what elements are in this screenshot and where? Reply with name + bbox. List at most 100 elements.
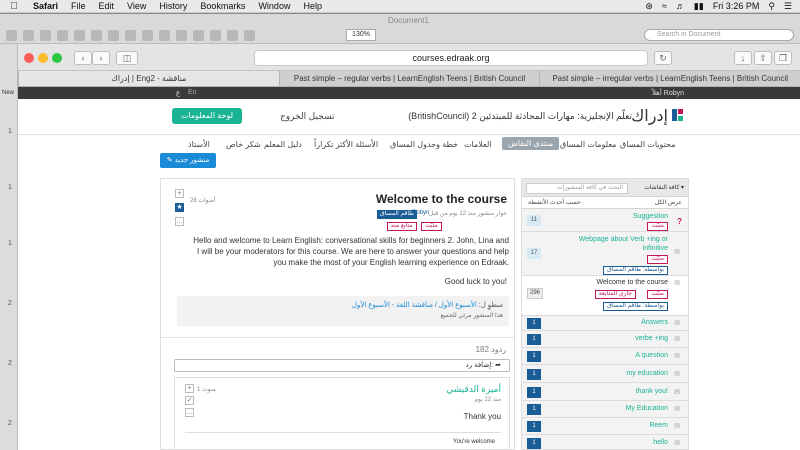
nav-course-schedule[interactable]: خطة وجدول المساق bbox=[390, 140, 458, 149]
more-options-button[interactable]: … bbox=[175, 217, 184, 226]
topic-filter-dropdown[interactable]: كافة النقاشات ▾ bbox=[644, 184, 684, 191]
dashboard-button[interactable]: لوحة المعلومات bbox=[172, 108, 242, 124]
thread-item[interactable]: 1 My Education ✉ bbox=[522, 401, 688, 418]
sort-select[interactable]: حسب أحدث الأنشطة bbox=[528, 199, 581, 206]
volume-icon[interactable]: ♬ bbox=[676, 1, 685, 11]
doc-tool-icon[interactable] bbox=[74, 30, 85, 41]
thread-item[interactable]: 1 Answers ✉ bbox=[522, 316, 688, 331]
new-post-button[interactable]: ✎ منشور جديد bbox=[160, 153, 216, 168]
response-upvote-button[interactable]: + bbox=[185, 384, 194, 393]
doc-tool-icon[interactable] bbox=[210, 30, 221, 41]
divider bbox=[161, 337, 514, 338]
menu-bookmarks[interactable]: Bookmarks bbox=[200, 1, 245, 11]
doc-tool-icon[interactable] bbox=[193, 30, 204, 41]
lang-english[interactable]: En bbox=[188, 89, 197, 96]
doc-tool-icon[interactable] bbox=[57, 30, 68, 41]
apple-icon[interactable]:  bbox=[8, 1, 20, 12]
thread-count: 1 bbox=[527, 369, 541, 380]
post-author[interactable]: Robyn bbox=[412, 210, 429, 216]
doc-tool-icon[interactable] bbox=[176, 30, 187, 41]
staff-badge: بواسطة: طاقم المساق bbox=[603, 302, 668, 311]
forward-icon[interactable]: › bbox=[92, 51, 110, 65]
zoom-window-button[interactable] bbox=[52, 53, 62, 63]
new-post-label: منشور جديد bbox=[174, 157, 210, 164]
lang-arabic[interactable]: ع bbox=[176, 89, 180, 97]
doc-tool-icon[interactable] bbox=[40, 30, 51, 41]
response-author[interactable]: أميرة الدقيشي bbox=[446, 384, 501, 395]
tab-edraak[interactable]: إدراك | Eng2 - مناقشة bbox=[18, 71, 279, 86]
back-icon[interactable]: ‹ bbox=[74, 51, 92, 65]
reload-icon[interactable]: ↻ bbox=[654, 51, 672, 65]
battery-icon[interactable]: ▮▮ bbox=[694, 1, 704, 12]
nav-special-thanks[interactable]: شكر خاص bbox=[226, 140, 261, 149]
thread-item[interactable]: 1 Reem ✉ bbox=[522, 418, 688, 435]
doc-tool-icon[interactable] bbox=[159, 30, 170, 41]
thread-item[interactable]: 17 Webpage about Verb +ing or infinitive… bbox=[522, 232, 688, 276]
search-icon[interactable]: ⚲ bbox=[768, 1, 775, 12]
nav-course-info[interactable]: معلومات المساق bbox=[560, 140, 616, 149]
context-link[interactable]: الأسبوع الأول / مناقشة اللغة - الأسبوع ا… bbox=[352, 302, 477, 309]
thread-count: 296 bbox=[527, 288, 544, 299]
menu-edit[interactable]: Edit bbox=[99, 1, 115, 11]
bluetooth-icon[interactable]: ⊛ bbox=[645, 1, 653, 12]
menubar-clock[interactable]: Fri 3:26 PM bbox=[713, 1, 760, 11]
menu-history[interactable]: History bbox=[159, 1, 187, 11]
response-options-button[interactable]: … bbox=[185, 408, 194, 417]
thread-item[interactable]: 11 Suggestion ? مثبّت bbox=[522, 210, 688, 232]
minimize-window-button[interactable] bbox=[38, 53, 48, 63]
doc-tool-icon[interactable] bbox=[227, 30, 238, 41]
user-greeting[interactable]: أهلاً Robyn bbox=[652, 89, 684, 97]
tabs-overview-icon[interactable]: ❐ bbox=[774, 51, 792, 65]
response-check-icon[interactable]: ✓ bbox=[185, 396, 194, 405]
doc-tool-icon[interactable] bbox=[6, 30, 17, 41]
menu-view[interactable]: View bbox=[127, 1, 146, 11]
edraak-logo[interactable]: إدراك bbox=[631, 104, 686, 130]
post-body: Hello and welcome to Learn English: conv… bbox=[193, 236, 509, 267]
wifi-icon[interactable]: ≈ bbox=[662, 1, 667, 11]
tab-regular-verbs[interactable]: Past simple – regular verbs | LearnEngli… bbox=[278, 71, 540, 86]
doc-tool-icon[interactable] bbox=[142, 30, 153, 41]
doc-tool-icon[interactable] bbox=[125, 30, 136, 41]
new-label[interactable]: New bbox=[2, 90, 14, 96]
thread-search-input[interactable]: البحث في كافة المنشورات bbox=[526, 183, 628, 194]
close-window-button[interactable] bbox=[24, 53, 34, 63]
thread-item[interactable]: 1 verbe +ing ✉ bbox=[522, 331, 688, 348]
thread-item[interactable]: 1 A question ✉ bbox=[522, 348, 688, 365]
thread-item[interactable]: 1 my education ✉ bbox=[522, 365, 688, 383]
nav-course-content[interactable]: محتويات المساق bbox=[620, 140, 675, 149]
address-bar[interactable]: courses.edraak.org bbox=[254, 50, 648, 66]
nav-grades[interactable]: العلامات bbox=[464, 140, 492, 149]
doc-tool-icon[interactable] bbox=[23, 30, 34, 41]
tab-irregular-verbs[interactable]: Past simple – irregular verbs | LearnEng… bbox=[539, 71, 800, 86]
reply-icon: ➦ bbox=[495, 362, 501, 369]
show-filter-select[interactable]: عرض الكل bbox=[655, 199, 682, 206]
nav-instructor[interactable]: الأستاذ bbox=[188, 140, 210, 149]
list-icon[interactable]: ☰ bbox=[784, 1, 792, 12]
doc-tool-icon[interactable] bbox=[108, 30, 119, 41]
star-icon[interactable]: ★ bbox=[175, 203, 184, 212]
menu-help[interactable]: Help bbox=[303, 1, 322, 11]
line-number: 2 bbox=[8, 420, 12, 427]
zoom-select[interactable]: 130% bbox=[346, 29, 376, 41]
doc-tool-icon[interactable] bbox=[244, 30, 255, 41]
nav-discussion[interactable]: منتدى النقاش bbox=[502, 137, 560, 150]
add-reply-button[interactable]: إضافة رد: ➦ bbox=[174, 359, 510, 372]
thread-item[interactable]: 1 hello ✉ bbox=[522, 435, 688, 450]
thread-item[interactable]: 1 thank you! ✉ bbox=[522, 383, 688, 401]
share-icon[interactable]: ⇧ bbox=[754, 51, 772, 65]
menu-app[interactable]: Safari bbox=[33, 1, 58, 11]
sidebar-icon[interactable]: ◫ bbox=[116, 51, 138, 65]
sidebar-header: البحث في كافة المنشورات كافة النقاشات ▾ bbox=[522, 179, 688, 197]
doc-tool-icon[interactable] bbox=[91, 30, 102, 41]
logout-link[interactable]: تسجيل الخروج bbox=[280, 111, 335, 122]
comment-icon: ✉ bbox=[674, 280, 680, 287]
thread-item-selected[interactable]: 296 Welcome to the course ✉ مثبّت جاري ا… bbox=[522, 276, 688, 316]
nav-teacher-guide[interactable]: دليل المعلم bbox=[264, 140, 302, 149]
download-icon[interactable]: ↓ bbox=[734, 51, 752, 65]
nav-faq[interactable]: الأسئلة الأكثر تكراراً bbox=[314, 140, 378, 149]
mac-menubar:  Safari File Edit View History Bookmark… bbox=[0, 0, 800, 13]
menu-window[interactable]: Window bbox=[258, 1, 290, 11]
menu-file[interactable]: File bbox=[71, 1, 86, 11]
document-search-input[interactable]: Search in Document bbox=[644, 29, 794, 41]
upvote-button[interactable]: + bbox=[175, 189, 184, 198]
